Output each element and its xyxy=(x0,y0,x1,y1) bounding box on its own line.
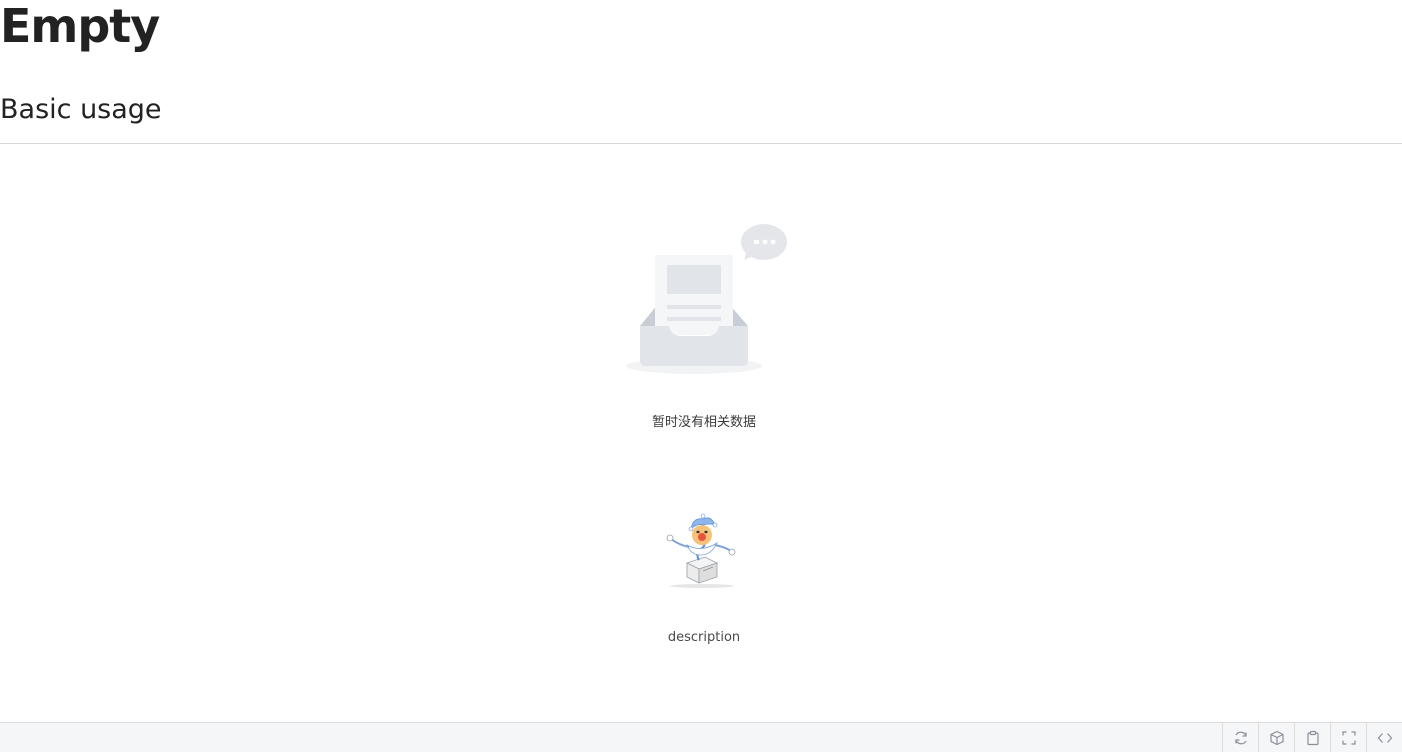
show-code-button[interactable] xyxy=(1366,723,1402,752)
refresh-icon xyxy=(1234,731,1247,744)
empty-description: description xyxy=(667,630,741,645)
empty-custom: description xyxy=(0,505,1402,647)
copy-button[interactable] xyxy=(1294,723,1330,752)
page-title: Empty xyxy=(0,0,160,53)
cube-icon xyxy=(1269,730,1284,745)
demo-toolbar xyxy=(0,722,1402,752)
refresh-button[interactable] xyxy=(1222,723,1258,752)
empty-description: 暂时没有相关数据 xyxy=(651,415,756,430)
codesandbox-button[interactable] xyxy=(1258,723,1294,752)
code-icon xyxy=(1377,732,1392,743)
empty-default: 暂时没有相关数据 xyxy=(0,220,1402,432)
jester-in-box-illustration xyxy=(666,513,736,588)
fullscreen-button[interactable] xyxy=(1330,723,1366,752)
divider xyxy=(0,143,1402,144)
empty-inbox-illustration xyxy=(626,224,787,374)
clipboard-icon xyxy=(1306,730,1319,745)
section-title: Basic usage xyxy=(0,94,162,125)
fullscreen-icon xyxy=(1341,730,1356,745)
toolbar-buttons xyxy=(1222,723,1402,752)
